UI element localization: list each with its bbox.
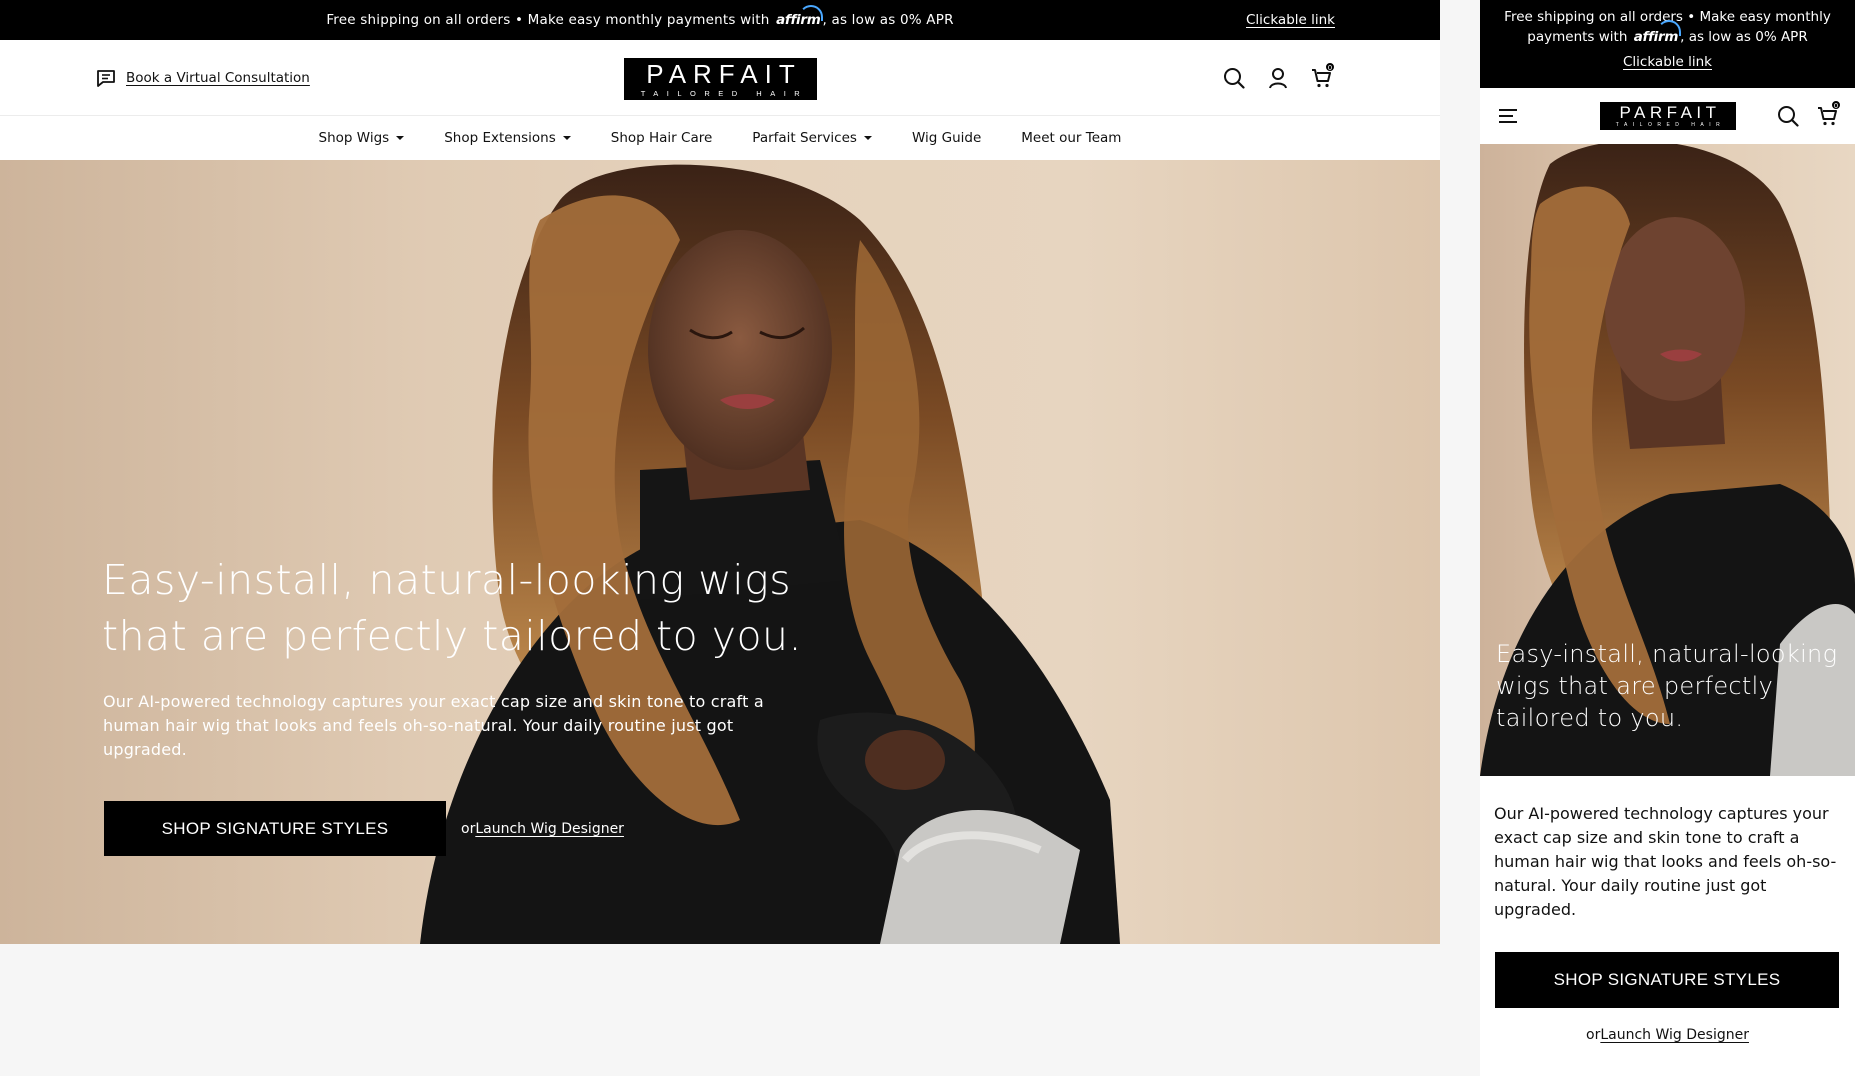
- mobile-alt-link-group: or Launch Wig Designer: [1480, 1020, 1855, 1050]
- mobile-search-button[interactable]: [1774, 102, 1802, 130]
- search-button[interactable]: [1220, 64, 1248, 92]
- mobile-hero-banner: Easy-install, natural-looking wigs that …: [1480, 144, 1855, 776]
- nav-label: Parfait Services: [752, 130, 857, 146]
- nav-item-shop-wigs[interactable]: Shop Wigs: [319, 130, 405, 146]
- mobile-promo-bar: Free shipping on all orders • Make easy …: [1480, 0, 1855, 88]
- nav-label: Meet our Team: [1021, 130, 1122, 146]
- hero-alt-link-group: or Launch Wig Designer: [461, 801, 701, 856]
- nav-label: Wig Guide: [911, 130, 982, 146]
- shop-signature-styles-button[interactable]: SHOP SIGNATURE STYLES: [104, 801, 446, 856]
- mobile-view: Free shipping on all orders • Make easy …: [1480, 0, 1855, 1076]
- nav-item-parfait-services[interactable]: Parfait Services: [752, 130, 872, 146]
- book-consultation-label: Book a Virtual Consultation: [126, 70, 310, 86]
- menu-button[interactable]: [1494, 102, 1522, 130]
- mobile-cart-button[interactable]: 0: [1814, 100, 1842, 130]
- promo-message: Free shipping on all orders • Make easy …: [0, 0, 1440, 40]
- nav-label: Shop Extensions: [444, 130, 556, 146]
- book-consultation-link[interactable]: Book a Virtual Consultation: [96, 40, 356, 116]
- promo-bar: Free shipping on all orders • Make easy …: [0, 0, 1440, 40]
- logo-wordmark: PARFAIT: [1619, 103, 1721, 122]
- mobile-header: PARFAIT TAILORED HAIR 0: [1480, 88, 1855, 144]
- hero-headline-line-1: Easy-install, natural-looking wigs: [102, 556, 792, 604]
- cart-button[interactable]: 0: [1308, 62, 1336, 92]
- cart-count-badge: 0: [1831, 100, 1841, 110]
- nav-item-wig-guide[interactable]: Wig Guide: [912, 130, 981, 146]
- nav-label: Shop Hair Care: [610, 130, 713, 146]
- mobile-launch-wig-designer-link[interactable]: Launch Wig Designer: [1600, 1027, 1749, 1043]
- hero-headline: Easy-install, natural-looking wigs that …: [102, 552, 822, 664]
- desktop-view: Free shipping on all orders • Make easy …: [0, 0, 1440, 1076]
- mobile-parfait-logo[interactable]: PARFAIT TAILORED HAIR: [1600, 102, 1736, 130]
- mobile-promo-link[interactable]: Clickable link: [1480, 54, 1855, 70]
- mobile-shop-signature-styles-button[interactable]: SHOP SIGNATURE STYLES: [1495, 952, 1839, 1008]
- nav-item-shop-extensions[interactable]: Shop Extensions: [444, 130, 571, 146]
- caret-down-icon: [562, 136, 571, 140]
- nav-label: Shop Wigs: [318, 130, 390, 146]
- nav-item-meet-our-team[interactable]: Meet our Team: [1021, 130, 1121, 146]
- launch-wig-designer-link[interactable]: Launch Wig Designer: [475, 821, 624, 837]
- mobile-hero-description: Our AI-powered technology captures your …: [1494, 804, 1837, 919]
- hero-description: Our AI-powered technology captures your …: [103, 692, 764, 759]
- promo-text: Free shipping on all orders • Make easy …: [326, 12, 770, 28]
- promo-apr-text: , as low as 0% APR: [822, 12, 954, 28]
- parfait-logo[interactable]: PARFAIT TAILORED HAIR: [624, 58, 817, 100]
- menu-icon: [1499, 109, 1517, 123]
- account-button[interactable]: [1264, 64, 1292, 92]
- hero-banner: Easy-install, natural-looking wigs that …: [0, 160, 1440, 944]
- site-header: Book a Virtual Consultation PARFAIT TAIL…: [0, 40, 1440, 116]
- caret-down-icon: [863, 136, 872, 140]
- logo-tagline: TAILORED HAIR: [640, 88, 809, 98]
- logo-tagline: TAILORED HAIR: [1615, 122, 1726, 128]
- chat-icon: [97, 69, 115, 87]
- cart-count-badge: 0: [1325, 62, 1335, 72]
- affirm-logo: affirm: [776, 5, 824, 28]
- search-icon: [1778, 106, 1799, 127]
- alt-prefix: or: [1586, 1027, 1601, 1043]
- affirm-logo: affirm: [1633, 20, 1682, 45]
- search-icon: [1224, 68, 1245, 89]
- promo-link[interactable]: Clickable link: [1246, 0, 1386, 40]
- main-nav: Shop Wigs Shop Extensions Shop Hair Care…: [0, 116, 1440, 160]
- logo-wordmark: PARFAIT: [646, 58, 802, 89]
- hero-headline-line-2: that are perfectly tailored to you.: [102, 612, 803, 660]
- alt-prefix: or: [461, 820, 476, 837]
- mobile-promo-apr-text: , as low as 0% APR: [1680, 29, 1808, 45]
- mobile-hero-headline: Easy-install, natural-looking wigs that …: [1496, 640, 1838, 732]
- mobile-promo-message: Free shipping on all orders • Make easy …: [1490, 7, 1845, 47]
- nav-item-shop-hair-care[interactable]: Shop Hair Care: [611, 130, 713, 146]
- account-icon: [1269, 68, 1287, 89]
- caret-down-icon: [396, 136, 405, 140]
